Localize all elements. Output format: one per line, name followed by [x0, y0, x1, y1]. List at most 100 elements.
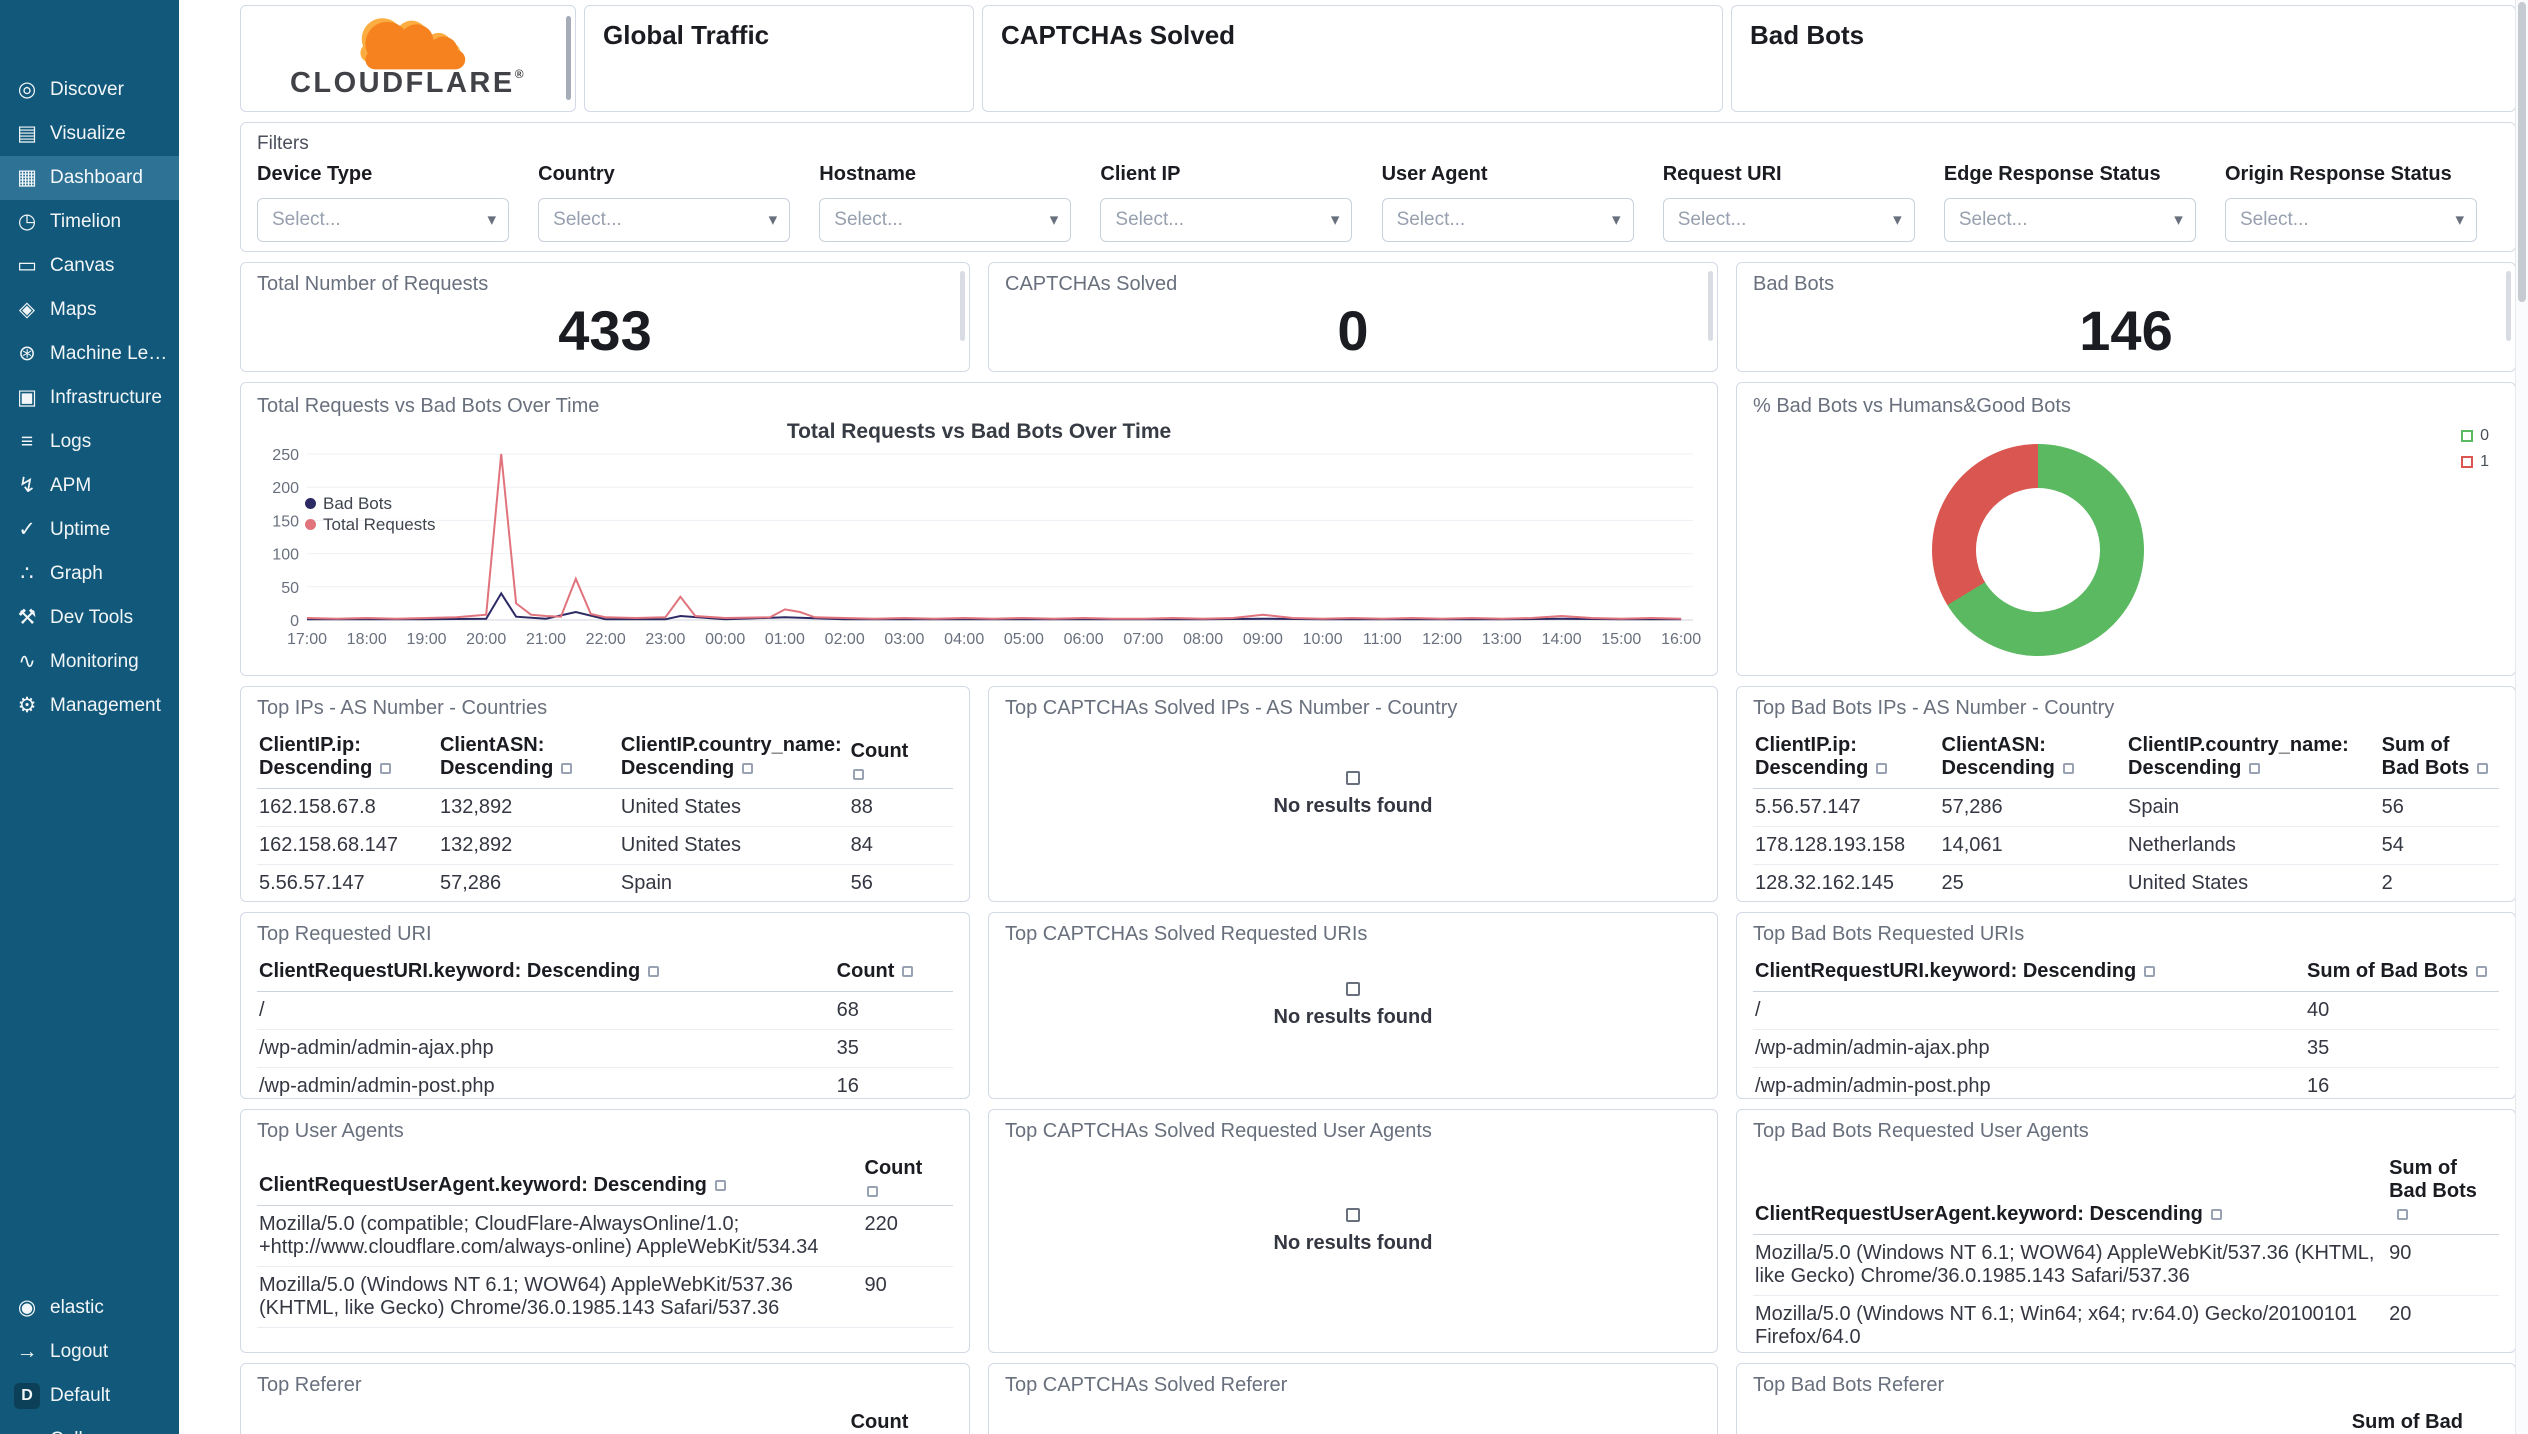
filter-select-request-uri[interactable]: Select... ▾ [1662, 198, 1915, 242]
legend-item-bad-bots[interactable]: Bad Bots [305, 493, 435, 514]
table-cell[interactable]: 68 [834, 991, 953, 1030]
table-cell[interactable]: 5.56.57.147 [1753, 788, 1940, 827]
table-cell[interactable]: United States [618, 826, 849, 865]
table-cell[interactable]: 90 [2387, 1234, 2499, 1296]
column-header[interactable]: Count [834, 956, 953, 992]
page-scrollbar[interactable] [2515, 0, 2528, 1434]
panel-scrollbar[interactable] [566, 16, 571, 100]
column-filter-icon[interactable] [1876, 763, 1888, 774]
sidebar-item-collapse[interactable]: ← Collapse [0, 1418, 179, 1434]
scrollbar-thumb[interactable] [2518, 2, 2526, 302]
table-cell[interactable]: 128.32.162.145 [1753, 864, 1940, 901]
sidebar-item-dashboard[interactable]: ▦ Dashboard [0, 156, 179, 200]
column-header[interactable]: Count [862, 1153, 953, 1206]
column-filter-icon[interactable] [2249, 763, 2261, 774]
table-cell[interactable]: 54 [2379, 826, 2499, 865]
table-cell[interactable]: 16 [834, 1067, 953, 1098]
sidebar-item-maps[interactable]: ◈ Maps [0, 288, 179, 332]
column-header[interactable]: ClientIP.ip: Descending [1753, 730, 1940, 789]
table-cell[interactable]: 88 [848, 788, 953, 827]
table-cell[interactable]: 5.56.57.147 [257, 864, 438, 901]
column-header[interactable]: ClientIP.country_name: Descending [618, 730, 849, 789]
column-header[interactable]: ClientRequestURI.keyword: Descending [257, 956, 835, 992]
sidebar-item-dev-tools[interactable]: ⚒ Dev Tools [0, 596, 179, 640]
table-cell[interactable]: 178.128.193.158 [1753, 826, 1940, 865]
filter-select-device-type[interactable]: Select... ▾ [257, 198, 509, 242]
sidebar-item-monitoring[interactable]: ∿ Monitoring [0, 640, 179, 684]
table-cell[interactable]: /wp-admin/admin-ajax.php [1753, 1029, 2306, 1068]
table-cell[interactable]: 57,286 [437, 864, 619, 901]
sidebar-item-infrastructure[interactable]: ▣ Infrastructure [0, 376, 179, 420]
table-cell[interactable]: 20 [2387, 1295, 2499, 1352]
column-header[interactable]: Count [848, 1407, 953, 1434]
column-header[interactable]: Sum of Bad Bots [2379, 730, 2499, 789]
table-cell[interactable]: Mozilla/5.0 (Windows NT 6.1; WOW64) Appl… [257, 1266, 863, 1328]
column-filter-icon[interactable] [742, 763, 754, 774]
table-cell[interactable]: / [1753, 991, 2306, 1030]
column-header[interactable]: ClientIP.country_name: Descending [2126, 730, 2380, 789]
table-cell[interactable]: 25 [1939, 864, 2126, 901]
filter-select-edge-response-status[interactable]: Select... ▾ [1943, 198, 2196, 242]
table-cell[interactable]: 162.158.67.8 [257, 788, 438, 827]
table-cell[interactable]: 35 [2305, 1029, 2499, 1068]
column-filter-icon[interactable] [852, 769, 864, 780]
column-filter-icon[interactable] [2210, 1209, 2222, 1220]
table-cell[interactable]: Mozilla/5.0 (Windows NT 6.1; Win64; x64;… [1753, 1295, 2388, 1352]
donut-legend-item-0[interactable]: 0 [2461, 427, 2489, 445]
column-filter-icon[interactable] [2397, 1209, 2409, 1220]
column-header[interactable]: ClientRequestURI.keyword: Descending [1753, 956, 2306, 992]
column-filter-icon[interactable] [561, 763, 573, 774]
table-cell[interactable]: 84 [848, 826, 953, 865]
table-cell[interactable]: 40 [2305, 991, 2499, 1030]
column-filter-icon[interactable] [2477, 763, 2489, 774]
table-cell[interactable]: 56 [848, 864, 953, 901]
table-cell[interactable]: 56 [2379, 788, 2499, 827]
column-filter-icon[interactable] [2144, 966, 2156, 977]
column-header[interactable]: ClientIP.ip: Descending [257, 730, 438, 789]
table-cell[interactable]: 90 [862, 1266, 953, 1328]
filter-select-country[interactable]: Select... ▾ [538, 198, 791, 242]
table-cell[interactable]: 162.158.68.147 [257, 826, 438, 865]
table-cell[interactable]: 14,061 [1939, 826, 2126, 865]
column-header[interactable]: Sum of Bad Bots [2387, 1153, 2499, 1235]
table-cell[interactable]: Spain [618, 864, 849, 901]
table-cell[interactable]: United States [618, 788, 849, 827]
filter-select-hostname[interactable]: Select... ▾ [819, 198, 1072, 242]
table-cell[interactable]: /wp-admin/admin-ajax.php [257, 1029, 835, 1068]
sidebar-item-timelion[interactable]: ◷ Timelion [0, 200, 179, 244]
sidebar-item-logs[interactable]: ≡ Logs [0, 420, 179, 464]
table-cell[interactable]: /wp-admin/admin-post.php [257, 1067, 835, 1098]
sidebar-item-logout[interactable]: → Logout [0, 1330, 179, 1374]
sidebar-item-discover[interactable]: ◎ Discover [0, 68, 179, 112]
column-header[interactable]: ClientASN: Descending [1939, 730, 2126, 789]
table-cell[interactable]: 132,892 [437, 826, 619, 865]
sidebar-item-apm[interactable]: ↯ APM [0, 464, 179, 508]
table-cell[interactable]: 57,286 [1939, 788, 2126, 827]
sidebar-item-elastic[interactable]: ◉ elastic [0, 1286, 179, 1330]
table-cell[interactable]: Mozilla/5.0 (Windows NT 6.1; WOW64) Appl… [1753, 1234, 2388, 1296]
column-filter-icon[interactable] [866, 1186, 878, 1197]
column-filter-icon[interactable] [380, 763, 392, 774]
table-cell[interactable]: /wp-admin/admin-post.php [1753, 1067, 2306, 1098]
sidebar-item-uptime[interactable]: ✓ Uptime [0, 508, 179, 552]
table-cell[interactable]: 220 [862, 1205, 953, 1267]
sidebar-item-management[interactable]: ⚙ Management [0, 684, 179, 728]
column-filter-icon[interactable] [648, 966, 660, 977]
donut-legend-item-1[interactable]: 1 [2461, 453, 2489, 471]
column-header[interactable]: Count [848, 730, 953, 789]
sidebar-item-default[interactable]: D Default [0, 1374, 179, 1418]
filter-select-client-ip[interactable]: Select... ▾ [1100, 198, 1353, 242]
table-cell[interactable]: / [257, 991, 835, 1030]
column-filter-icon[interactable] [902, 966, 914, 977]
panel-scrollbar[interactable] [960, 271, 965, 341]
table-cell[interactable]: Spain [2126, 788, 2380, 827]
column-filter-icon[interactable] [2476, 966, 2488, 977]
table-cell[interactable]: 16 [2305, 1067, 2499, 1098]
column-header[interactable]: Sum of Bad Bots [2349, 1407, 2499, 1434]
table-cell[interactable]: Netherlands [2126, 826, 2380, 865]
sidebar-item-graph[interactable]: ∴ Graph [0, 552, 179, 596]
column-header[interactable]: ClientRequestUserAgent.keyword: Descendi… [1753, 1153, 2388, 1235]
table-cell[interactable]: 35 [834, 1029, 953, 1068]
table-cell[interactable]: Mozilla/5.0 (compatible; CloudFlare-Alwa… [257, 1205, 863, 1267]
column-header[interactable]: Sum of Bad Bots [2305, 956, 2499, 992]
